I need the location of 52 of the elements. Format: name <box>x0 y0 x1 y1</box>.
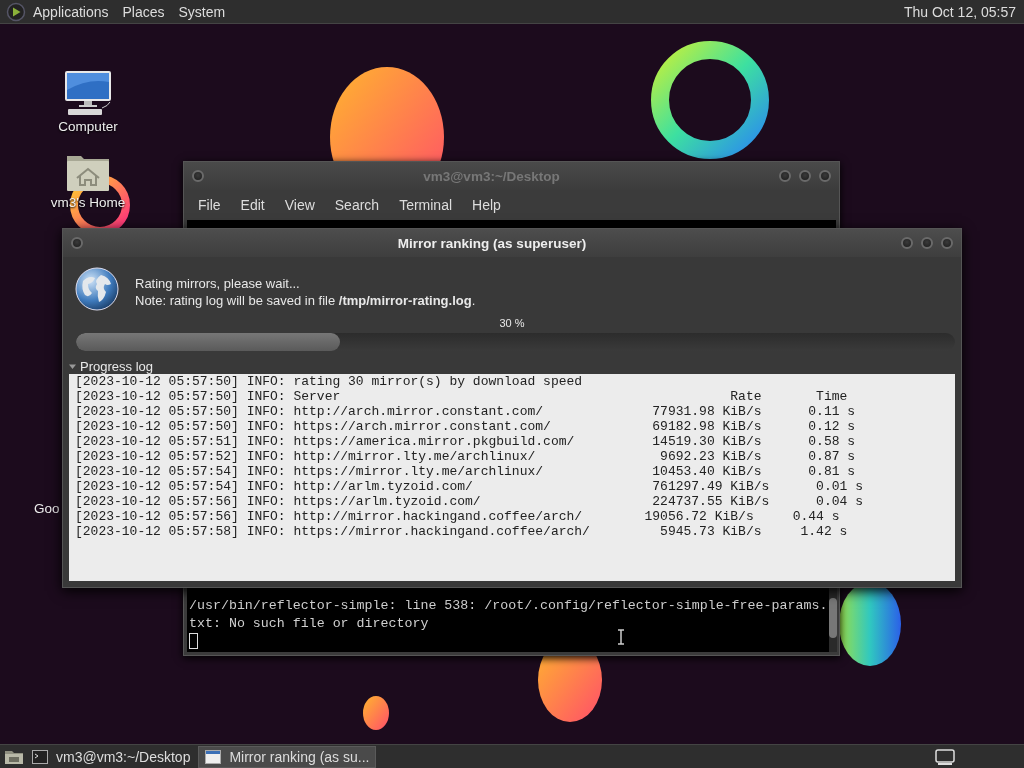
desktop-icon-label[interactable]: Computer <box>58 119 118 134</box>
taskbar-button[interactable]: vm3@vm3:~/Desktop <box>26 745 197 768</box>
text-cursor <box>189 633 198 649</box>
terminal-line: /usr/bin/reflector-simple: line 538: /root/.config/reflector-simple-free-params. <box>189 597 828 615</box>
menu-item[interactable]: Edit <box>230 197 275 213</box>
computer-icon[interactable] <box>62 70 114 116</box>
log-line: [2023-10-12 05:57:58] INFO: https://mirror.hackingand.coffee/arch/ 5945.73 KiB/s 1.42 s <box>75 524 849 539</box>
show-desktop-icon[interactable] <box>4 748 24 765</box>
window-control-button[interactable] <box>921 237 933 249</box>
expander-arrow-icon[interactable] <box>69 362 76 370</box>
scrollbar[interactable] <box>829 586 838 652</box>
menu-item[interactable]: View <box>274 197 325 213</box>
taskbar-button[interactable]: Mirror ranking (as su... <box>198 745 377 768</box>
window-title: vm3@vm3:~/Desktop <box>422 168 561 184</box>
note-text: Note: rating log will be saved in file /tmp/mirror-rating.log. <box>135 292 476 309</box>
terminal-line: txt: No such file or directory <box>189 615 430 633</box>
window-control-button[interactable] <box>819 170 831 182</box>
clock[interactable]: Thu Oct 12, 05:57 <box>903 3 1016 20</box>
menu-item[interactable]: Terminal <box>389 197 463 213</box>
log-line: [2023-10-12 05:57:54] INFO: https://mirror.lty.me/archlinux/ 10453.40 KiB/s 0.81 s <box>75 464 857 479</box>
globe-icon <box>75 267 119 311</box>
window-control-button[interactable] <box>941 237 953 249</box>
mouse-pointer-icon <box>617 629 625 645</box>
menu-item[interactable]: Help <box>462 197 511 213</box>
progress-percentage: 30 % <box>498 317 526 329</box>
window-title: Mirror ranking (as superuser) <box>396 235 588 251</box>
panel-menu[interactable]: Places <box>115 3 172 20</box>
log-line: [2023-10-12 05:57:50] INFO: https://arch.mirror.constant.com/ 69182.98 KiB/s 0.12 s <box>75 419 857 434</box>
log-line: [2023-10-12 05:57:50] INFO: Server Rate Time <box>75 389 849 404</box>
log-line: [2023-10-12 05:57:54] INFO: http://arlm.tyzoid.com/ 761297.49 KiB/s 0.01 s <box>75 479 864 494</box>
terminal-icon <box>32 749 48 764</box>
menu-item[interactable]: File <box>188 197 231 213</box>
panel-menu[interactable]: Applications <box>26 3 116 20</box>
play-logo-icon[interactable] <box>6 1 26 22</box>
window-control-button[interactable] <box>71 237 83 249</box>
window-control-button[interactable] <box>901 237 913 249</box>
window-control-button[interactable] <box>779 170 791 182</box>
log-line: [2023-10-12 05:57:56] INFO: http://mirror.hackingand.coffee/arch/ 19056.72 KiB/s 0.44 s <box>75 509 841 524</box>
log-line: [2023-10-12 05:57:56] INFO: https://arlm.tyzoid.com/ 224737.55 KiB/s 0.04 s <box>75 494 864 509</box>
monitor-icon[interactable] <box>934 747 956 766</box>
log-line: [2023-10-12 05:57:52] INFO: http://mirror.lty.me/archlinux/ 9692.23 KiB/s 0.87 s <box>75 449 857 464</box>
window-control-button[interactable] <box>799 170 811 182</box>
log-line: [2023-10-12 05:57:50] INFO: rating 30 mirror(s) by download speed <box>75 374 584 389</box>
window-icon <box>205 749 222 764</box>
menu-item[interactable]: Search <box>324 197 390 213</box>
log-line: [2023-10-12 05:57:50] INFO: http://arch.mirror.constant.com/ 77931.98 KiB/s 0.11 s <box>75 404 857 419</box>
panel-menu[interactable]: System <box>171 3 233 20</box>
log-line: [2023-10-12 05:57:51] INFO: https://america.mirror.pkgbuild.com/ 14519.30 KiB/s 0.58 s <box>75 434 857 449</box>
desktop-icon-label[interactable]: Goo <box>34 501 60 516</box>
expander-label[interactable]: Progress log <box>80 358 153 374</box>
window-control-button[interactable] <box>192 170 204 182</box>
status-message: Rating mirrors, please wait... <box>135 275 301 292</box>
